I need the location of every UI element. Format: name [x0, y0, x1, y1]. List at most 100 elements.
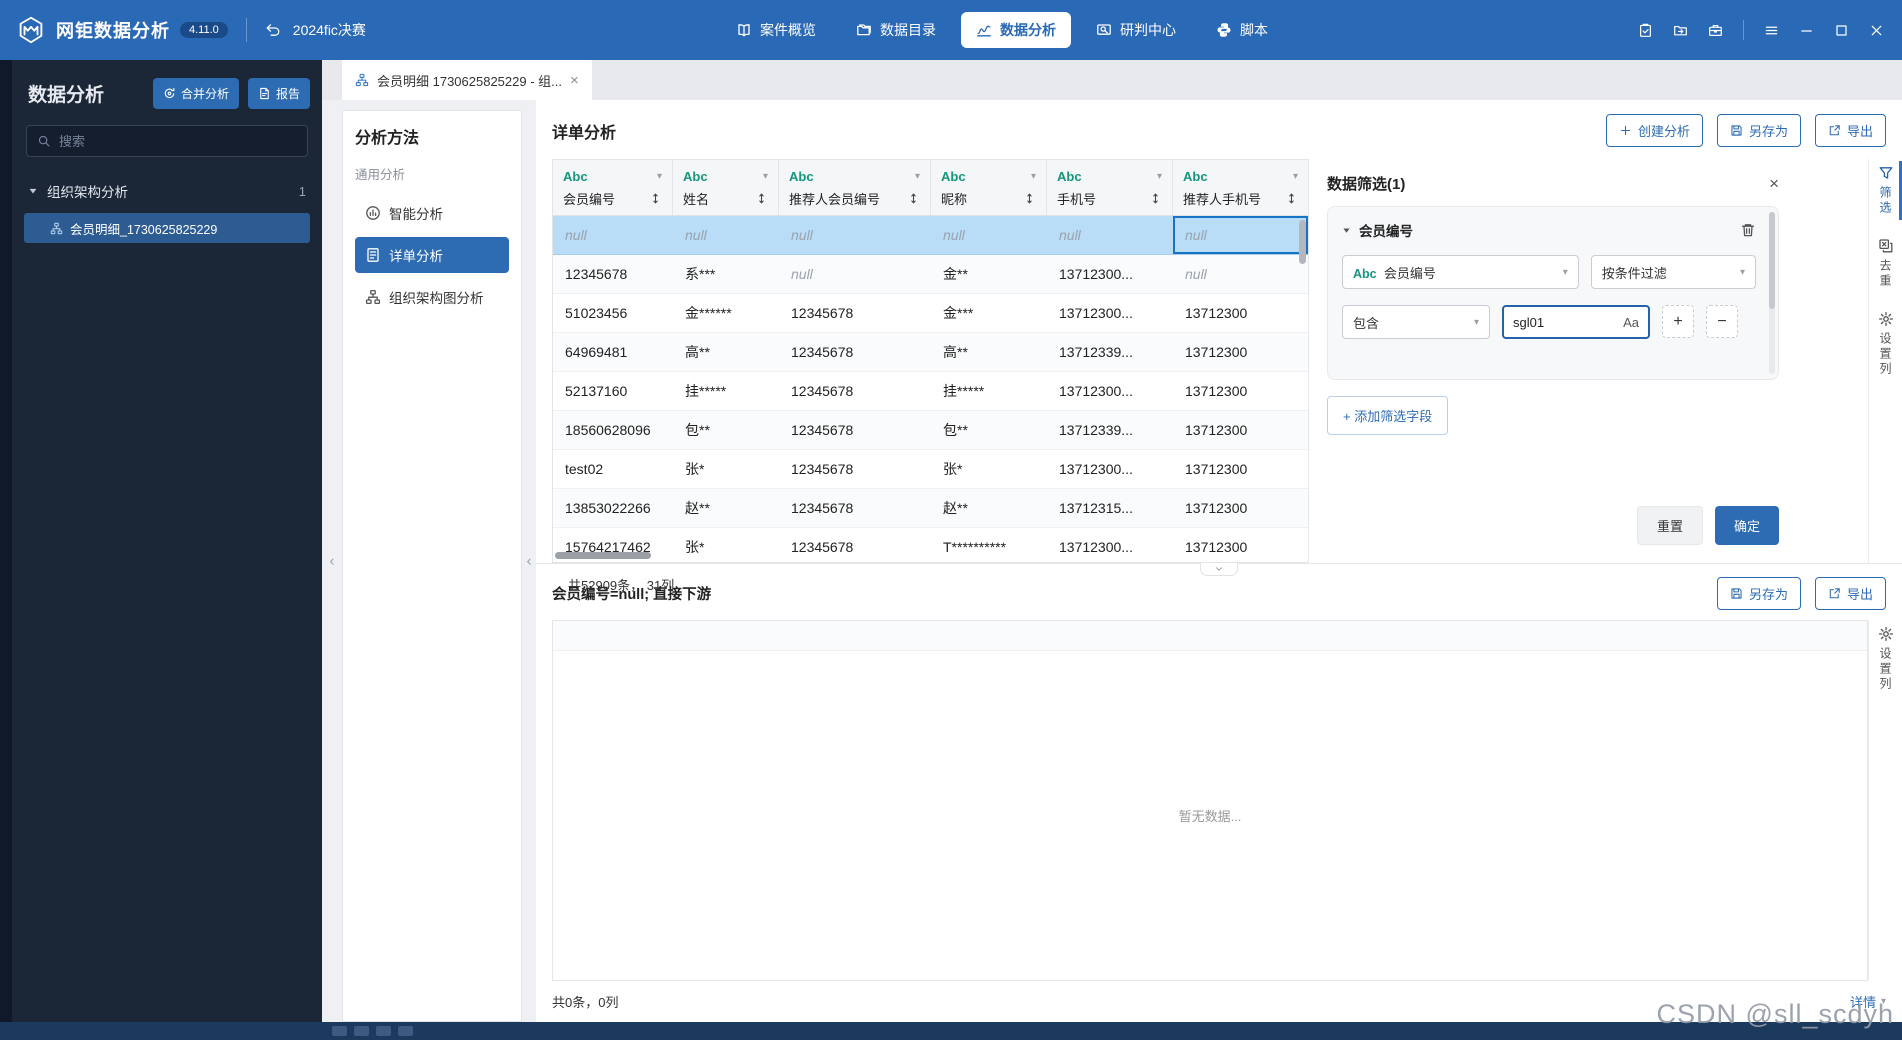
table-cell[interactable]: 13712300... [1047, 255, 1173, 294]
tree-group-org-analysis[interactable]: 组织架构分析 1 [12, 175, 322, 207]
nav-item-catalog[interactable]: 数据目录 [841, 12, 951, 48]
sort-icon[interactable] [1023, 192, 1036, 205]
table-cell[interactable]: 包** [673, 411, 779, 450]
tool-set-columns[interactable]: 设置列 [1869, 309, 1902, 379]
table-row[interactable]: 13853022266 赵** 12345678 赵** 13712315... 1371… [553, 489, 1308, 528]
collapse-methods-handle[interactable]: ‹ [527, 554, 532, 569]
table-cell[interactable]: 12345678 [779, 528, 931, 562]
table-cell[interactable]: 金** [931, 255, 1047, 294]
table-cell[interactable]: 12345678 [779, 333, 931, 372]
merge-analysis-button[interactable]: 合并分析 [152, 78, 239, 109]
table-cell[interactable]: T********** [931, 528, 1047, 562]
sort-icon[interactable] [1149, 192, 1162, 205]
table-cell[interactable]: 51023456 [553, 294, 673, 333]
table-cell[interactable]: 12345678 [779, 489, 931, 528]
filter-close-icon[interactable]: × [1769, 175, 1779, 192]
table-cell[interactable]: 赵** [931, 489, 1047, 528]
table-cell[interactable]: 13712300 [1173, 528, 1308, 562]
table-cell[interactable]: 13712300 [1173, 450, 1308, 489]
filter-value-input[interactable] [1513, 314, 1618, 330]
tab-member-detail[interactable]: 会员明细 1730625825229 - 组... × [342, 60, 592, 100]
table-cell[interactable]: 13712339... [1047, 333, 1173, 372]
tree-item-member-detail[interactable]: 会员明细_1730625825229 [24, 213, 310, 243]
table-cell[interactable]: 13712300... [1047, 528, 1173, 562]
menu-icon[interactable] [1764, 23, 1779, 38]
column-header-手机号[interactable]: Abc ▾ 手机号 [1047, 160, 1173, 215]
nav-item-analysis[interactable]: 数据分析 [960, 12, 1071, 48]
table-row[interactable]: 52137160 挂***** 12345678 挂***** 13712300... 1… [553, 372, 1308, 411]
table-row[interactable]: test02 张* 12345678 张* 13712300... 13712300 [553, 450, 1308, 489]
table-cell[interactable]: 12345678 [553, 255, 673, 294]
filter-mode-select[interactable]: 按条件过滤 ▾ [1590, 255, 1756, 289]
downstream-save-as-button[interactable]: 另存为 [1716, 577, 1801, 610]
table-cell[interactable]: 系*** [673, 255, 779, 294]
collapse-sidebar-handle[interactable]: ‹ [330, 554, 335, 569]
column-header-姓名[interactable]: Abc ▾ 姓名 [673, 160, 779, 215]
back-icon[interactable] [265, 22, 281, 38]
table-cell[interactable]: 12345678 [779, 450, 931, 489]
column-header-推荐人手机号[interactable]: Abc ▾ 推荐人手机号 [1173, 160, 1308, 215]
table-cell[interactable]: 高** [931, 333, 1047, 372]
field-select[interactable]: Abc 会员编号 ▾ [1342, 255, 1579, 289]
method-item-智能分析[interactable]: 智能分析 [355, 195, 509, 231]
filter-card-scrollbar[interactable] [1769, 212, 1775, 374]
table-cell[interactable]: 12345678 [779, 411, 931, 450]
confirm-button[interactable]: 确定 [1714, 506, 1779, 545]
column-header-推荐人会员编号[interactable]: Abc ▾ 推荐人会员编号 [779, 160, 931, 215]
nav-item-judge[interactable]: 研判中心 [1081, 12, 1191, 48]
reset-button[interactable]: 重置 [1636, 506, 1703, 545]
remove-condition-button[interactable]: − [1706, 305, 1738, 338]
table-cell[interactable]: 赵** [673, 489, 779, 528]
column-menu-icon[interactable]: ▾ [1031, 171, 1036, 182]
table-cell[interactable]: 12345678 [779, 294, 931, 333]
clipboard-check-icon[interactable] [1638, 23, 1653, 38]
toolbox-icon[interactable] [1708, 23, 1723, 38]
column-header-昵称[interactable]: Abc ▾ 昵称 [931, 160, 1047, 215]
table-horizontal-scrollbar[interactable] [555, 552, 651, 559]
table-cell[interactable]: 张* [673, 450, 779, 489]
table-cell[interactable]: null [1173, 216, 1308, 255]
table-cell[interactable]: null [1047, 216, 1173, 255]
column-header-会员编号[interactable]: Abc ▾ 会员编号 [553, 160, 673, 215]
tree-caret-icon[interactable] [28, 186, 38, 196]
table-cell[interactable]: 包** [931, 411, 1047, 450]
collapse-bottom-button[interactable] [1200, 563, 1238, 576]
close-window-icon[interactable] [1869, 23, 1884, 38]
maximize-icon[interactable] [1834, 23, 1849, 38]
column-menu-icon[interactable]: ▾ [657, 171, 662, 182]
table-cell[interactable]: null [553, 216, 673, 255]
table-cell[interactable]: null [779, 255, 931, 294]
table-cell[interactable]: 52137160 [553, 372, 673, 411]
sort-icon[interactable] [1285, 192, 1298, 205]
tool-filter[interactable]: 筛选 [1869, 161, 1902, 220]
table-row[interactable]: 12345678 系*** null 金** 13712300... null [553, 255, 1308, 294]
taskbar-item[interactable] [332, 1026, 347, 1036]
table-cell[interactable]: null [1173, 255, 1308, 294]
table-cell[interactable]: test02 [553, 450, 673, 489]
table-row[interactable]: 64969481 高** 12345678 高** 13712339... 1371230… [553, 333, 1308, 372]
table-cell[interactable]: 13712300... [1047, 372, 1173, 411]
report-button[interactable]: 报告 [247, 78, 310, 109]
table-cell[interactable]: 13712300... [1047, 294, 1173, 333]
method-item-详单分析[interactable]: 详单分析 [355, 237, 509, 273]
table-cell[interactable]: null [779, 216, 931, 255]
folder-export-icon[interactable] [1673, 23, 1688, 38]
table-vertical-scrollbar[interactable] [1299, 220, 1306, 560]
tool-dedup[interactable]: 去重 [1869, 236, 1902, 291]
table-cell[interactable]: 13712300 [1173, 372, 1308, 411]
table-cell[interactable]: null [931, 216, 1047, 255]
table-row[interactable]: null null null null null null [553, 216, 1308, 255]
nav-item-cases[interactable]: 案件概览 [721, 12, 831, 48]
table-row[interactable]: 15764217462 张* 12345678 T********** 13712300… [553, 528, 1308, 562]
export-button[interactable]: 导出 [1814, 114, 1886, 147]
add-filter-field-button[interactable]: + 添加筛选字段 [1327, 396, 1449, 435]
column-menu-icon[interactable]: ▾ [1157, 171, 1162, 182]
search-input[interactable] [59, 133, 297, 149]
taskbar-item[interactable] [354, 1026, 369, 1036]
sort-icon[interactable] [755, 192, 768, 205]
table-cell[interactable]: 高** [673, 333, 779, 372]
table-cell[interactable]: 张* [673, 528, 779, 562]
tab-close-icon[interactable]: × [570, 73, 579, 88]
taskbar-item[interactable] [376, 1026, 391, 1036]
table-cell[interactable]: 13712300 [1173, 411, 1308, 450]
